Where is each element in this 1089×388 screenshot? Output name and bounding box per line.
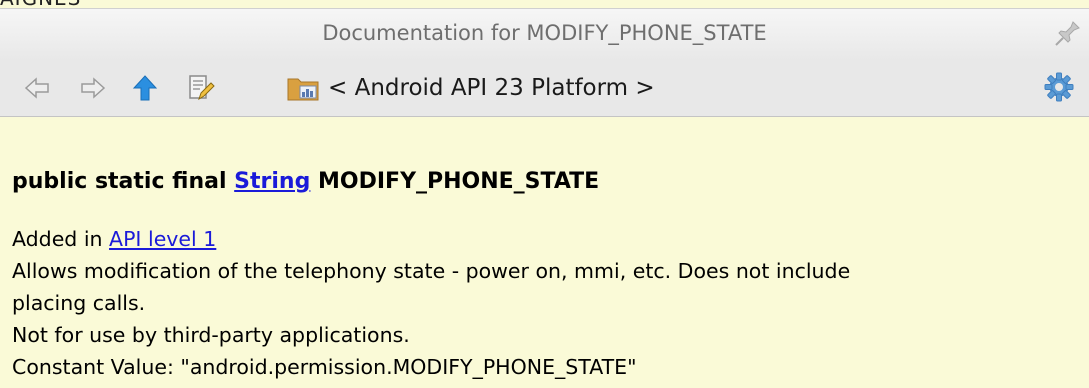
added-in-line: Added in API level 1	[12, 223, 1087, 255]
location-breadcrumb[interactable]: < Android API 23 Platform >	[286, 71, 655, 105]
arrow-left-icon[interactable]	[22, 73, 52, 103]
popup-title-bar[interactable]: Documentation for MODIFY_PHONE_STATE	[0, 8, 1089, 61]
gear-icon[interactable]	[1043, 71, 1075, 103]
documentation-content: public static final String MODIFY_PHONE_…	[0, 117, 1089, 388]
popup-title: Documentation for MODIFY_PHONE_STATE	[322, 21, 767, 45]
library-folder-icon	[287, 78, 319, 101]
api-level-link[interactable]: API level 1	[109, 227, 216, 251]
arrow-up-icon[interactable]	[130, 73, 160, 103]
description-line-2: placing calls.	[12, 291, 146, 315]
arrow-right-icon[interactable]	[78, 73, 108, 103]
constant-value: Constant Value: "android.permission.MODI…	[12, 355, 637, 379]
location-label: < Android API 23 Platform >	[328, 75, 655, 101]
pin-icon[interactable]	[1053, 19, 1081, 49]
description-line-1: Allows modification of the telephony sta…	[12, 259, 851, 283]
signature-modifiers: public static final	[12, 169, 235, 194]
member-description: Added in API level 1 Allows modification…	[12, 223, 1087, 383]
documentation-popup: AIGNES Documentation for MODIFY_PHONE_ST…	[0, 0, 1089, 388]
doc-toolbar: < Android API 23 Platform >	[0, 60, 1089, 117]
background-editor-fragment: AIGNES	[0, 0, 81, 10]
member-signature: public static final String MODIFY_PHONE_…	[12, 169, 599, 194]
string-type-link[interactable]: String	[234, 169, 310, 194]
edit-source-icon[interactable]	[186, 73, 216, 103]
added-in-label: Added in	[12, 227, 110, 251]
usage-note: Not for use by third-party applications.	[12, 323, 410, 347]
signature-field-name: MODIFY_PHONE_STATE	[310, 169, 600, 194]
